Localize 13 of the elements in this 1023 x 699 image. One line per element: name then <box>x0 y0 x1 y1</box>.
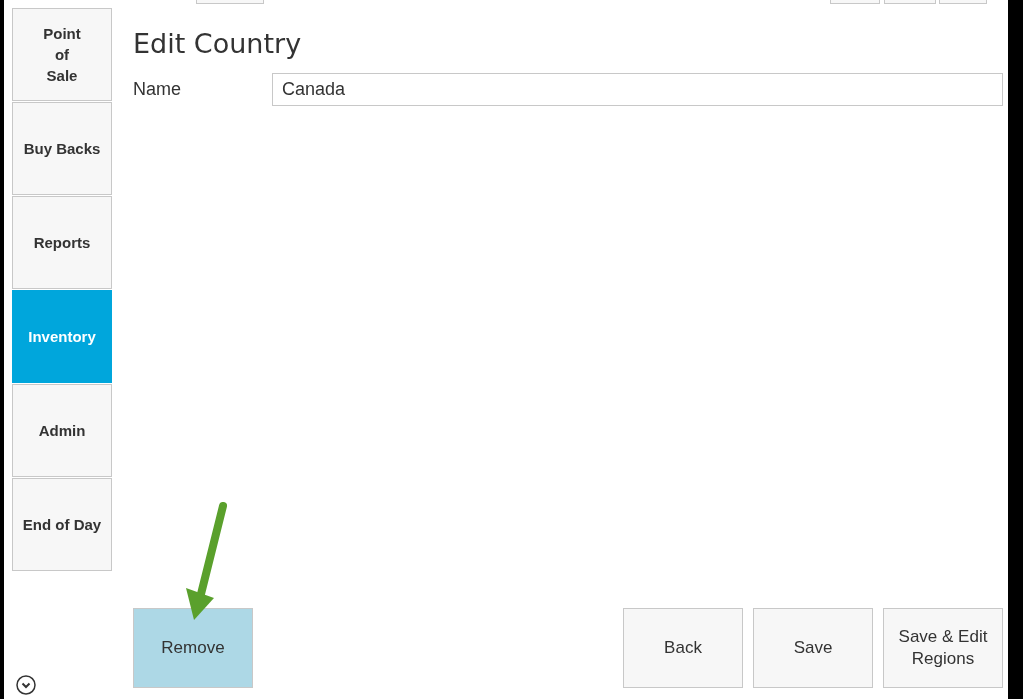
chevron-down-icon[interactable] <box>16 675 36 695</box>
sidebar-item[interactable]: Buy Backs <box>12 102 112 195</box>
action-button[interactable]: Save & Edit Regions <box>883 608 1003 688</box>
action-button[interactable]: Back <box>623 608 743 688</box>
action-button[interactable]: Remove <box>133 608 253 688</box>
sidebar-item[interactable]: Admin <box>12 384 112 477</box>
page-title: Edit Country <box>133 28 303 59</box>
sidebar-item[interactable]: End of Day <box>12 478 112 571</box>
sidebar-item[interactable]: Reports <box>12 196 112 289</box>
action-button[interactable]: Save <box>753 608 873 688</box>
input-field[interactable]: Canada <box>272 73 1003 106</box>
field-label: Name <box>133 79 182 100</box>
sidebar-item[interactable]: Point of Sale <box>12 8 112 101</box>
